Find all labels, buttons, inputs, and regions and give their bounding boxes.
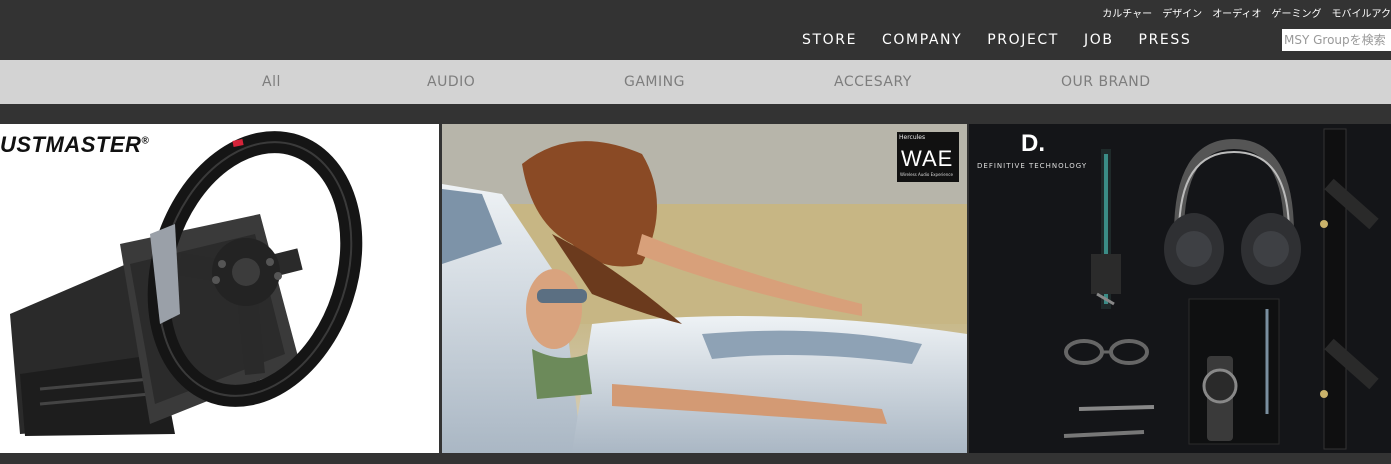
filter-our-brand[interactable]: OUR BRAND	[1061, 74, 1151, 90]
flatlay-photo	[1063, 128, 1379, 450]
nav-company[interactable]: COMPANY	[882, 32, 962, 48]
nav-job[interactable]: JOB	[1084, 32, 1114, 48]
definitive-logo-mark: D.	[1021, 130, 1045, 157]
category-link-mobile[interactable]: モバイルアク	[1332, 5, 1391, 20]
category-link-design[interactable]: デザイン	[1162, 5, 1202, 20]
product-tile-racing-wheel[interactable]: USTMASTER®	[0, 124, 439, 453]
nav-project[interactable]: PROJECT	[987, 32, 1059, 48]
racing-wheel-image	[10, 131, 363, 436]
product-tile-headphones[interactable]: D. DEFINITIVE TECHNOLOGY	[969, 124, 1391, 453]
bottom-strip	[0, 453, 1391, 464]
category-links: カルチャー デザイン オーディオ ゲーミング モバイルアク	[1102, 5, 1391, 20]
filter-bar: All AUDIO GAMING ACCESARY OUR BRAND	[0, 60, 1391, 104]
definitive-brand-name: DEFINITIVE TECHNOLOGY	[977, 162, 1088, 170]
product-tile-convertible[interactable]: Hercules WAE Wireless Audio Experience	[442, 124, 967, 453]
nav-press[interactable]: PRESS	[1139, 32, 1192, 48]
convertible-photo	[442, 124, 967, 453]
category-link-audio[interactable]: オーディオ	[1212, 5, 1261, 20]
nav-store[interactable]: STORE	[802, 32, 857, 48]
wheel-brand-logo: USTMASTER®	[0, 132, 150, 157]
top-header: カルチャー デザイン オーディオ ゲーミング モバイルアク STORE COMP…	[0, 0, 1391, 60]
wae-brand-logo: Hercules WAE Wireless Audio Experience	[897, 132, 959, 182]
filter-accesary[interactable]: ACCESARY	[834, 74, 912, 90]
filter-gaming[interactable]: GAMING	[624, 74, 685, 90]
category-link-culture[interactable]: カルチャー	[1102, 5, 1152, 20]
search-input[interactable]	[1282, 29, 1391, 51]
category-link-gaming[interactable]: ゲーミング	[1272, 5, 1322, 20]
main-nav: STORE COMPANY PROJECT JOB PRESS	[802, 32, 1216, 48]
filter-audio[interactable]: AUDIO	[427, 74, 475, 90]
filter-all[interactable]: All	[262, 74, 281, 90]
